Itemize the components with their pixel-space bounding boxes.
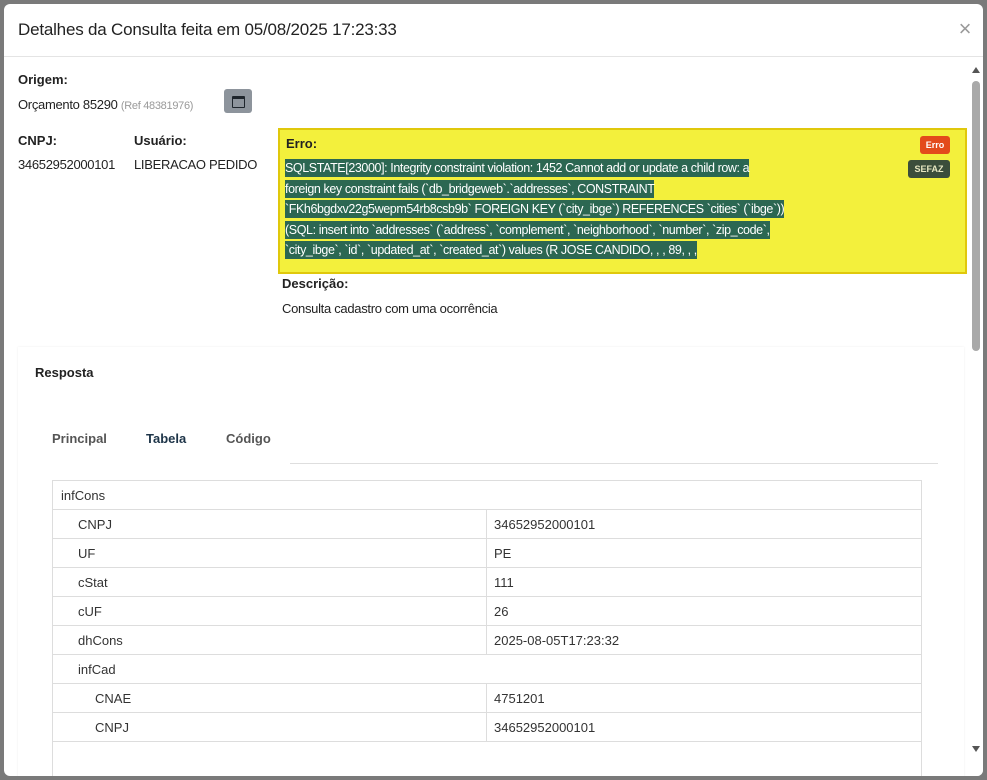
row-key: CNPJ xyxy=(95,720,129,735)
tab-codigo[interactable]: Código xyxy=(226,431,271,446)
cnpj-label: CNPJ: xyxy=(18,133,58,148)
resposta-card: Resposta Principal Tabela Código infCons… xyxy=(18,347,964,776)
row-value: 4751201 xyxy=(494,691,545,706)
row-key: UF xyxy=(78,546,96,561)
modal-title: Detalhes da Consulta feita em 05/08/2025… xyxy=(18,20,397,39)
column-divider xyxy=(486,713,487,741)
tab-principal[interactable]: Principal xyxy=(52,431,107,446)
error-line: (SQL: insert into `addresses` (`address`… xyxy=(285,220,770,239)
table-row: UF PE xyxy=(53,539,921,568)
row-key: CNAE xyxy=(95,691,132,706)
erro-label: Erro: xyxy=(286,136,318,151)
row-value: 111 xyxy=(494,575,514,590)
column-divider xyxy=(486,597,487,625)
row-value: 2025-08-05T17:23:32 xyxy=(494,633,620,648)
table-row: cUF 26 xyxy=(53,597,921,626)
error-message: SQLSTATE[23000]: Integrity constraint vi… xyxy=(285,158,855,261)
sefaz-badge: SEFAZ xyxy=(908,160,950,178)
row-key: dhCons xyxy=(78,633,123,648)
copy-icon[interactable] xyxy=(224,89,252,113)
resposta-title: Resposta xyxy=(35,365,94,380)
consulta-details-modal: Detalhes da Consulta feita em 05/08/2025… xyxy=(4,4,983,776)
cnpj-value: 34652952000101 xyxy=(18,157,116,172)
error-box: Erro: SQLSTATE[23000]: Integrity constra… xyxy=(278,128,967,274)
column-divider xyxy=(486,510,487,538)
table-row: infCad xyxy=(53,655,921,684)
scroll-up-icon[interactable] xyxy=(972,67,980,73)
vertical-scrollbar[interactable] xyxy=(969,57,983,776)
tab-tabela[interactable]: Tabela xyxy=(146,431,186,446)
row-value: 34652952000101 xyxy=(494,517,596,532)
column-divider xyxy=(486,539,487,567)
row-value: 26 xyxy=(494,604,509,619)
error-line: `city_ibge`, `id`, `updated_at`, `create… xyxy=(285,241,697,259)
row-key: cStat xyxy=(78,575,108,590)
error-line: SQLSTATE[23000]: Integrity constraint vi… xyxy=(285,159,750,177)
modal-body: Origem: Orçamento 85290 (Ref 48381976) C… xyxy=(4,57,969,776)
table-row: dhCons 2025-08-05T17:23:32 xyxy=(53,626,921,655)
table-row: CNPJ 34652952000101 xyxy=(53,510,921,539)
row-key: CNPJ xyxy=(78,517,112,532)
column-divider xyxy=(486,568,487,596)
table-row: CNPJ 34652952000101 xyxy=(53,713,921,742)
row-key: cUF xyxy=(78,604,102,619)
row-key: infCad xyxy=(78,662,116,677)
response-table: infCons CNPJ 34652952000101 UF PE cStat … xyxy=(52,480,922,776)
origem-label: Origem: xyxy=(18,72,68,87)
modal-header: Detalhes da Consulta feita em 05/08/2025… xyxy=(4,4,983,57)
origem-value: Orçamento 85290 (Ref 48381976) xyxy=(18,97,193,112)
row-key: infCons xyxy=(61,488,106,503)
usuario-label: Usuário: xyxy=(134,133,187,148)
table-row: cStat 111 xyxy=(53,568,921,597)
table-row: infCons xyxy=(53,481,921,510)
origem-ref: (Ref 48381976) xyxy=(120,100,194,112)
row-value: 34652952000101 xyxy=(494,720,596,735)
usuario-value: LIBERACAO PEDIDO xyxy=(134,157,258,172)
row-value: PE xyxy=(494,546,512,561)
close-icon[interactable]: × xyxy=(953,17,977,41)
error-line: `FKh6bgdxv22g5wepm54rb8csb9b` FOREIGN KE… xyxy=(285,200,785,218)
table-row: CNAE 4751201 xyxy=(53,684,921,713)
column-divider xyxy=(486,626,487,654)
scroll-down-icon[interactable] xyxy=(972,746,980,752)
error-line: foreign key constraint fails (`db_bridge… xyxy=(285,179,655,198)
origem-orcamento: Orçamento 85290 xyxy=(18,97,118,112)
descricao-label: Descrição: xyxy=(282,276,349,291)
scroll-thumb[interactable] xyxy=(972,81,980,351)
descricao-value: Consulta cadastro com uma ocorrência xyxy=(282,301,498,316)
column-divider xyxy=(486,684,487,712)
tab-divider xyxy=(290,463,938,464)
erro-badge: Erro xyxy=(920,136,950,154)
